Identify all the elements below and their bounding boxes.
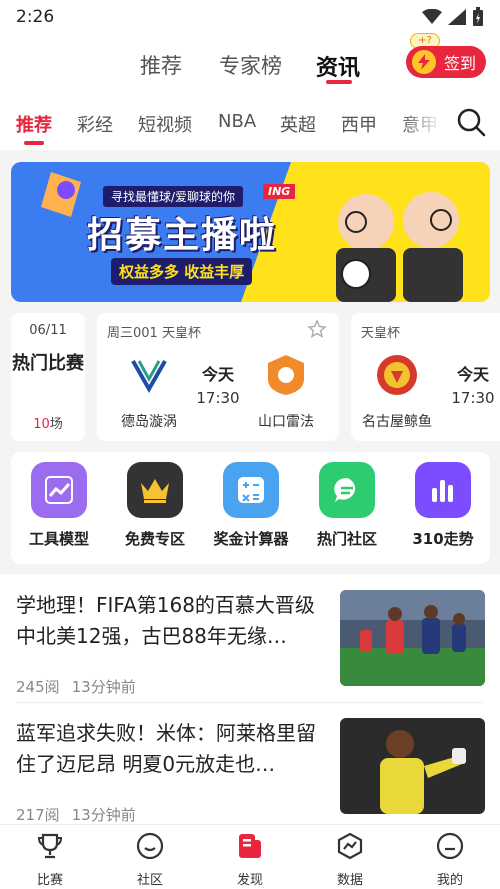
news-item[interactable]: 学地理！FIFA第168的百慕大晋级中北美12强，古巴88年无缘… 245阅 13… — [0, 584, 500, 710]
nav-community[interactable]: 社区 — [110, 831, 190, 888]
star-icon[interactable] — [307, 319, 327, 339]
team-logo-icon — [268, 355, 304, 395]
news-meta: 245阅 13分钟前 — [16, 678, 136, 696]
discover-icon — [239, 834, 261, 858]
lightning-icon — [412, 50, 436, 74]
match-card[interactable]: 天皇杯 名古屋鲸鱼 今天 17:30 — [351, 313, 500, 441]
bottom-nav: 比赛 社区 发现 数据 我的 — [0, 824, 500, 889]
promo-banner[interactable]: 寻找最懂球/爱聊球的你 ING 招募主播啦 权益多多 收益丰厚 — [11, 162, 490, 302]
wifi-icon — [422, 9, 442, 24]
calculator-icon — [223, 462, 279, 518]
category-fade — [400, 92, 442, 150]
news-title: 学地理！FIFA第168的百慕大晋级中北美12强，古巴88年无缘… — [16, 593, 315, 648]
match-league: 天皇杯 — [361, 326, 401, 341]
cat-tab-short-video[interactable]: 短视频 — [138, 111, 192, 137]
sign-in-button[interactable]: 签到 — [406, 46, 486, 78]
nav-data[interactable]: 数据 — [310, 831, 390, 888]
news-divider — [16, 702, 484, 703]
tool-calculator[interactable]: 奖金计算器 — [203, 462, 299, 549]
matches-count: 10场 — [33, 417, 63, 432]
match-kickoff: 今天 17:30 — [196, 365, 240, 407]
banner-top-text: 寻找最懂球/爱聊球的你 — [103, 186, 244, 207]
trophy-icon — [37, 833, 63, 859]
tool-310-trend[interactable]: 310走势 — [395, 462, 491, 549]
news-title: 蓝军追求失败！米体：阿莱格里留住了迈尼昂 明夏0元放走也… — [16, 721, 316, 776]
banner-tag: ING — [263, 184, 296, 199]
signal-icon — [448, 9, 466, 25]
banner-subtitle: 权益多多 收益丰厚 — [111, 258, 253, 285]
status-bar: 2:26 — [0, 0, 500, 34]
cat-tab-lottery[interactable]: 彩经 — [77, 111, 113, 137]
crown-icon — [127, 462, 183, 518]
chart-trend-icon — [31, 462, 87, 518]
cat-tab-epl[interactable]: 英超 — [280, 111, 316, 137]
home-team: 德岛漩涡 — [109, 353, 189, 431]
matches-title: 热门比赛 — [12, 353, 84, 374]
battery-icon — [473, 7, 483, 26]
cat-tab-nba[interactable]: NBA — [218, 111, 256, 132]
news-list: 学地理！FIFA第168的百慕大晋级中北美12强，古巴88年无缘… 245阅 13… — [0, 574, 500, 824]
profile-icon — [436, 832, 464, 860]
home-team: 名古屋鲸鱼 — [357, 353, 437, 431]
nav-profile[interactable]: 我的 — [410, 831, 490, 888]
top-tab-experts[interactable]: 专家榜 — [219, 50, 282, 80]
banner-title: 招募主播啦 — [87, 215, 278, 256]
sign-in-label: 签到 — [444, 54, 477, 73]
status-icons — [422, 7, 484, 27]
hot-matches-card[interactable]: 06/11 热门比赛 10场 — [11, 313, 85, 441]
match-card[interactable]: 周三001 天皇杯 德岛漩涡 今天 17:30 山口雷法 — [97, 313, 339, 441]
top-tabs: 推荐 专家榜 资讯 +? 签到 — [0, 33, 500, 92]
news-thumbnail — [340, 590, 485, 686]
status-time: 2:26 — [16, 7, 55, 27]
cat-tab-recommend[interactable]: 推荐 — [16, 111, 52, 137]
tool-model[interactable]: 工具模型 — [11, 462, 107, 549]
news-item[interactable]: 蓝军追求失败！米体：阿莱格里留住了迈尼昂 明夏0元放走也… 217阅 13分钟前 — [0, 712, 500, 838]
app-root: 2:26 推荐 专家榜 资讯 +? 签到 推荐 彩经 短视频 NBA 英超 西甲… — [0, 0, 500, 889]
chat-smile-icon — [136, 832, 164, 860]
team-logo-icon — [131, 360, 167, 394]
tool-community[interactable]: 热门社区 — [299, 462, 395, 549]
news-meta: 217阅 13分钟前 — [16, 806, 136, 824]
bar-chart-icon — [415, 462, 471, 518]
nav-discover[interactable]: 发现 — [210, 831, 290, 888]
match-league: 周三001 天皇杯 — [107, 326, 201, 341]
cat-tab-laliga[interactable]: 西甲 — [341, 111, 377, 137]
top-tab-news[interactable]: 资讯 — [316, 50, 360, 82]
away-team: 山口雷法 — [246, 353, 326, 431]
top-tab-recommend[interactable]: 推荐 — [140, 50, 182, 80]
top-tab-indicator — [326, 80, 352, 84]
chat-bubble-icon — [319, 462, 375, 518]
nav-matches[interactable]: 比赛 — [10, 831, 90, 888]
tools-grid: 工具模型 免费专区 奖金计算器 热门社区 310走势 — [11, 452, 490, 564]
matches-row: 06/11 热门比赛 10场 周三001 天皇杯 德岛漩涡 今天 17:30 山… — [0, 313, 500, 441]
data-trend-icon — [337, 832, 363, 860]
tool-free-zone[interactable]: 免费专区 — [107, 462, 203, 549]
match-kickoff: 今天 17:30 — [451, 365, 495, 407]
news-thumbnail — [340, 718, 485, 814]
cat-tab-indicator — [24, 141, 44, 145]
matches-date: 06/11 — [29, 323, 67, 338]
search-icon[interactable] — [456, 107, 486, 137]
team-logo-icon — [377, 355, 417, 395]
